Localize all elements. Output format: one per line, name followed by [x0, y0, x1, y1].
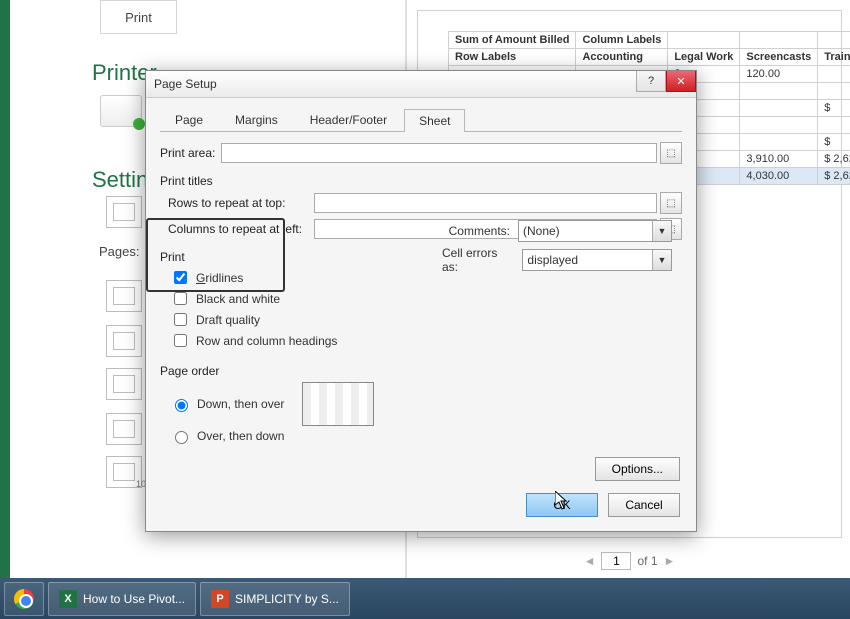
page-order-diagram [302, 382, 374, 426]
range-select-icon[interactable]: ⬚ [660, 192, 682, 214]
dialog-title: Page Setup [154, 77, 217, 91]
tab-page[interactable]: Page [160, 108, 218, 131]
rows-repeat-label: Rows to repeat at top: [168, 196, 308, 210]
chrome-taskbar-icon[interactable] [4, 582, 44, 616]
tab-margins[interactable]: Margins [220, 108, 293, 131]
page-order-label: Page order [160, 364, 682, 378]
page-of-label: of 1 [637, 554, 657, 568]
printer-icon[interactable] [100, 95, 142, 127]
windows-taskbar: X How to Use Pivot... P SIMPLICITY by S... [0, 578, 850, 619]
pivot-header: Column Labels [576, 32, 668, 49]
pages-label: Pages: [99, 244, 139, 259]
draft-quality-label: Draft quality [196, 313, 260, 327]
print-area-label: Print area: [160, 146, 215, 160]
range-select-icon[interactable]: ⬚ [660, 142, 682, 164]
pivot-subheader: Training [818, 49, 850, 66]
ok-button[interactable]: OK [526, 493, 598, 517]
row-col-headings-checkbox[interactable] [174, 334, 187, 347]
draft-quality-checkbox[interactable] [174, 313, 187, 326]
excel-accent-bar [0, 0, 10, 578]
chevron-down-icon[interactable]: ▼ [652, 250, 671, 270]
gridlines-checkbox[interactable] [174, 271, 187, 284]
powerpoint-taskbar-label: SIMPLICITY by S... [235, 592, 339, 606]
black-white-checkbox[interactable] [174, 292, 187, 305]
settings-option-6[interactable]: 100 [106, 456, 142, 488]
comments-label: Comments: [449, 224, 510, 238]
excel-taskbar-label: How to Use Pivot... [83, 592, 185, 606]
prev-page-icon[interactable]: ◄ [584, 554, 596, 568]
dialog-titlebar[interactable]: Page Setup ? ✕ [146, 71, 696, 98]
rows-repeat-input[interactable] [314, 193, 657, 213]
print-button[interactable]: Print [100, 0, 177, 34]
print-area-input[interactable] [221, 143, 657, 163]
pivot-subheader: Row Labels [449, 49, 576, 66]
over-then-down-label: Over, then down [197, 429, 284, 443]
close-button[interactable]: ✕ [666, 71, 696, 92]
dialog-tabs: Page Margins Header/Footer Sheet [160, 108, 682, 132]
help-button[interactable]: ? [636, 71, 666, 92]
settings-option-1[interactable] [106, 196, 142, 228]
cols-repeat-label: Columns to repeat at left: [168, 222, 308, 236]
page-setup-dialog: Page Setup ? ✕ Page Margins Header/Foote… [145, 70, 697, 532]
row-col-headings-label: Row and column headings [196, 334, 337, 348]
cell-errors-label: Cell errors as: [442, 246, 514, 274]
excel-icon: X [59, 590, 77, 608]
page-number-input[interactable] [601, 552, 631, 570]
next-page-icon[interactable]: ► [664, 554, 676, 568]
black-white-label: Black and white [196, 292, 280, 306]
pivot-subheader: Legal Work [668, 49, 740, 66]
cancel-button[interactable]: Cancel [608, 493, 680, 517]
pivot-header: Sum of Amount Billed [449, 32, 576, 49]
gridlines-label: Gridlines [196, 271, 243, 285]
tab-sheet[interactable]: Sheet [404, 109, 465, 132]
excel-taskbar-item[interactable]: X How to Use Pivot... [48, 582, 196, 616]
pivot-subheader: Screencasts [740, 49, 818, 66]
tab-header-footer[interactable]: Header/Footer [295, 108, 402, 131]
settings-option-3[interactable] [106, 325, 142, 357]
powerpoint-icon: P [211, 590, 229, 608]
over-then-down-radio[interactable] [175, 431, 188, 444]
comments-dropdown[interactable]: (None)▼ [518, 220, 672, 242]
chrome-icon [14, 589, 34, 609]
page-navigator: ◄ of 1 ► [407, 552, 850, 570]
powerpoint-taskbar-item[interactable]: P SIMPLICITY by S... [200, 582, 350, 616]
settings-option-2[interactable] [106, 280, 142, 312]
down-then-over-label: Down, then over [197, 397, 284, 411]
print-titles-label: Print titles [160, 174, 682, 188]
down-then-over-radio[interactable] [175, 399, 188, 412]
options-button[interactable]: Options... [595, 457, 680, 481]
pivot-subheader: Accounting [576, 49, 668, 66]
cell-errors-dropdown[interactable]: displayed▼ [522, 249, 672, 271]
chevron-down-icon[interactable]: ▼ [652, 221, 671, 241]
settings-option-5[interactable] [106, 413, 142, 445]
settings-option-4[interactable] [106, 368, 142, 400]
